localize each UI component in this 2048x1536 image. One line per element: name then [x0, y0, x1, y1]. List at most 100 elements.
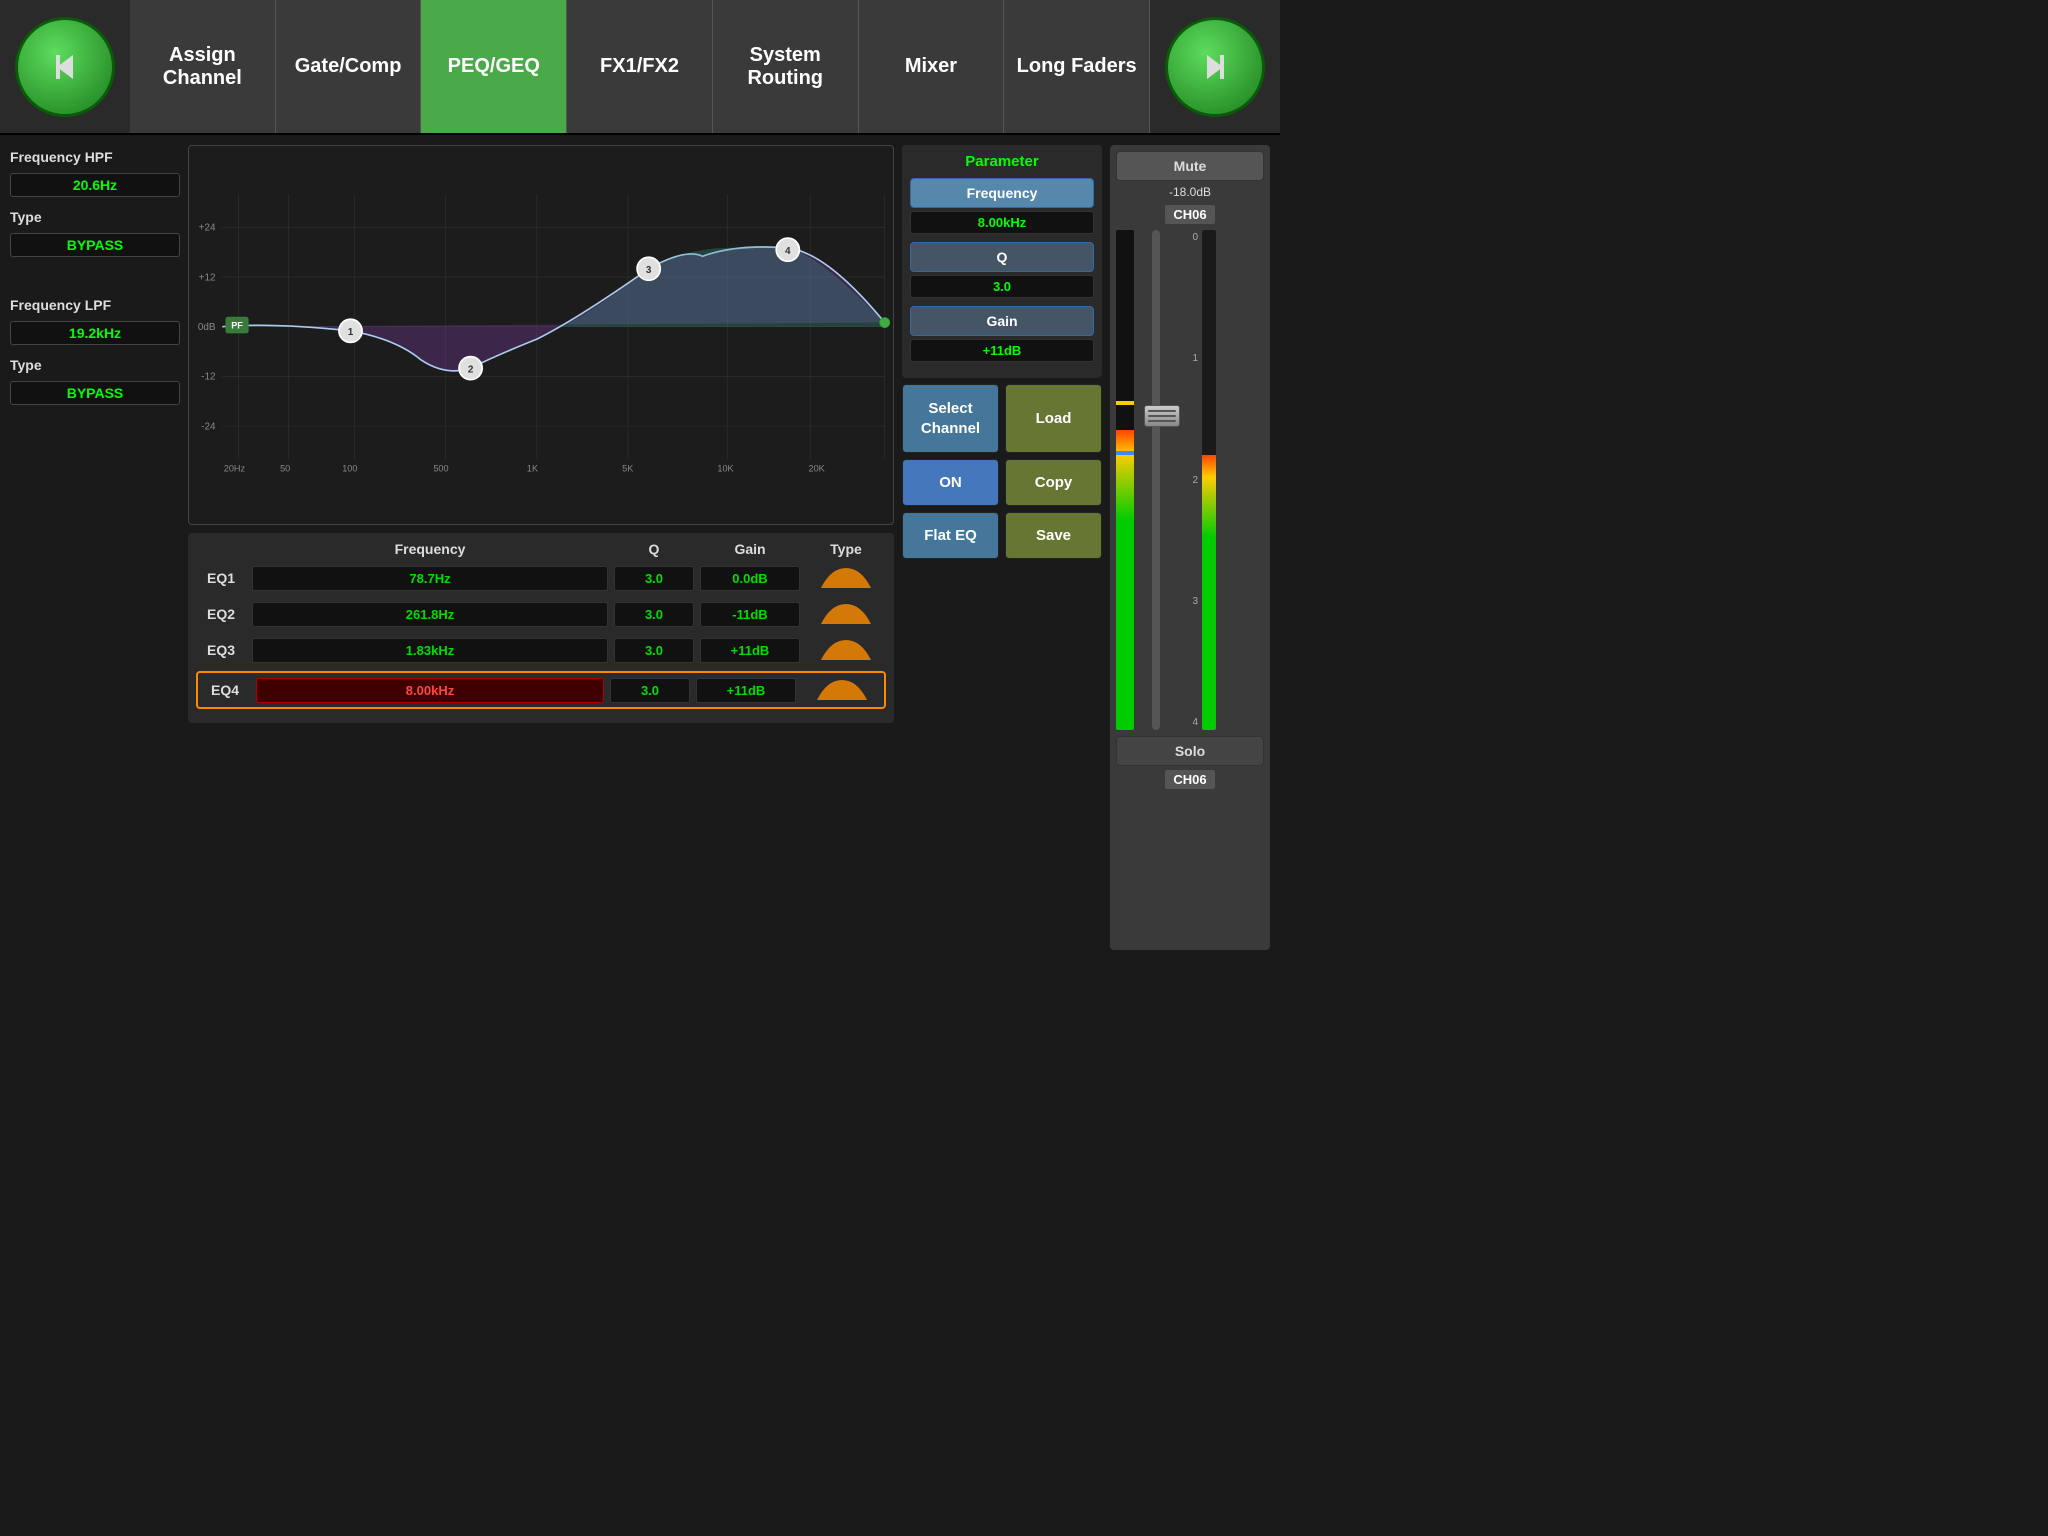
- eq3-gain[interactable]: +11dB: [700, 638, 800, 663]
- eq1-q[interactable]: 3.0: [614, 566, 694, 591]
- svg-text:4: 4: [785, 246, 791, 257]
- eq2-icon: [806, 599, 886, 629]
- fader-area: 0 1 2 3 4: [1116, 230, 1264, 730]
- eq-row-3[interactable]: EQ3 1.83kHz 3.0 +11dB: [196, 635, 886, 665]
- eq-table-header: Frequency Q Gain Type: [196, 541, 886, 557]
- eq-row-2[interactable]: EQ2 261.8Hz 3.0 -11dB: [196, 599, 886, 629]
- svg-text:10K: 10K: [717, 464, 733, 474]
- fader-section: Mute -18.0dB CH06: [1110, 145, 1270, 950]
- freq-hpf-label: Frequency HPF: [10, 149, 180, 165]
- eq2-label: EQ2: [196, 606, 246, 622]
- col-type: Type: [806, 541, 886, 557]
- db-reading: -18.0dB: [1169, 185, 1211, 199]
- svg-text:+24: +24: [199, 223, 216, 234]
- fader-track[interactable]: [1138, 230, 1174, 730]
- svg-text:+12: +12: [199, 272, 216, 283]
- channel-name-top: CH06: [1165, 205, 1214, 224]
- gain-button[interactable]: Gain: [910, 306, 1094, 336]
- eq3-icon: [806, 635, 886, 665]
- parameter-label: Parameter: [910, 153, 1094, 170]
- meter-fill: [1116, 430, 1134, 730]
- eq4-icon: [802, 675, 882, 705]
- svg-text:-12: -12: [201, 372, 216, 383]
- eq4-frequency[interactable]: 8.00kHz: [256, 678, 604, 703]
- nav-next-button[interactable]: [1165, 17, 1265, 117]
- main-content: Frequency HPF 20.6Hz Type BYPASS Frequen…: [0, 135, 1280, 960]
- nav-tab-longfaders[interactable]: Long Faders: [1004, 0, 1150, 133]
- on-button[interactable]: ON: [902, 459, 999, 506]
- eq2-gain[interactable]: -11dB: [700, 602, 800, 627]
- header: Assign ChannelGate/CompPEQ/GEQFX1/FX2Sys…: [0, 0, 1280, 135]
- eq1-frequency[interactable]: 78.7Hz: [252, 566, 608, 591]
- svg-text:1: 1: [348, 327, 354, 338]
- eq-row-4[interactable]: EQ4 8.00kHz 3.0 +11dB: [196, 671, 886, 709]
- eq2-frequency[interactable]: 261.8Hz: [252, 602, 608, 627]
- nav-tab-fx1fx2[interactable]: FX1/FX2: [567, 0, 713, 133]
- channel-buttons: Select Channel Load ON Copy Flat EQ Save: [902, 384, 1102, 559]
- fader-knob[interactable]: [1144, 405, 1180, 427]
- load-button[interactable]: Load: [1005, 384, 1102, 453]
- gain-value: +11dB: [910, 339, 1094, 362]
- svg-text:1K: 1K: [527, 464, 538, 474]
- eq4-gain[interactable]: +11dB: [696, 678, 796, 703]
- svg-text:500: 500: [433, 464, 448, 474]
- freq-lpf-label: Frequency LPF: [10, 297, 180, 313]
- freq-lpf-value[interactable]: 19.2kHz: [10, 321, 180, 345]
- svg-text:20K: 20K: [809, 464, 825, 474]
- eq1-icon: [806, 563, 886, 593]
- eq-graph[interactable]: +24 +12 0dB -12 -24 20Hz 50 100 500 1K 5…: [188, 145, 894, 525]
- eq3-q[interactable]: 3.0: [614, 638, 694, 663]
- channel-name-bottom: CH06: [1165, 770, 1214, 789]
- col-frequency: Frequency: [252, 541, 608, 557]
- scale-4: 4: [1178, 717, 1198, 728]
- col-q: Q: [614, 541, 694, 557]
- eq2-q[interactable]: 3.0: [614, 602, 694, 627]
- copy-button[interactable]: Copy: [1005, 459, 1102, 506]
- eq4-label: EQ4: [200, 682, 250, 698]
- center-panel: +24 +12 0dB -12 -24 20Hz 50 100 500 1K 5…: [188, 145, 894, 950]
- freq-hpf-value[interactable]: 20.6Hz: [10, 173, 180, 197]
- scale-2: 2: [1178, 475, 1198, 486]
- eq1-label: EQ1: [196, 570, 246, 586]
- q-button[interactable]: Q: [910, 242, 1094, 272]
- svg-text:2: 2: [468, 364, 474, 375]
- nav-tab-peqgeq[interactable]: PEQ/GEQ: [421, 0, 567, 133]
- nav-tab-gatecomp[interactable]: Gate/Comp: [276, 0, 422, 133]
- svg-text:PF: PF: [231, 320, 243, 330]
- nav-tab-mixer[interactable]: Mixer: [859, 0, 1005, 133]
- nav-prev-button[interactable]: [15, 17, 115, 117]
- type-lpf-label: Type: [10, 357, 180, 373]
- col-gain: Gain: [700, 541, 800, 557]
- eq1-gain[interactable]: 0.0dB: [700, 566, 800, 591]
- meter-fill-2: [1202, 455, 1216, 730]
- select-channel-button[interactable]: Select Channel: [902, 384, 999, 453]
- eq-row-1[interactable]: EQ1 78.7Hz 3.0 0.0dB: [196, 563, 886, 593]
- scale-0: 0: [1178, 232, 1198, 243]
- nav-tab-assign[interactable]: Assign Channel: [130, 0, 276, 133]
- eq4-q[interactable]: 3.0: [610, 678, 690, 703]
- frequency-value: 8.00kHz: [910, 211, 1094, 234]
- svg-text:20Hz: 20Hz: [224, 464, 246, 474]
- q-value: 3.0: [910, 275, 1094, 298]
- eq3-label: EQ3: [196, 642, 246, 658]
- vu-meter-2: [1202, 230, 1216, 730]
- fader-scale: 0 1 2 3 4: [1178, 230, 1198, 730]
- scale-1: 1: [1178, 353, 1198, 364]
- save-button[interactable]: Save: [1005, 512, 1102, 559]
- eq3-frequency[interactable]: 1.83kHz: [252, 638, 608, 663]
- nav-tab-sysrouting[interactable]: System Routing: [713, 0, 859, 133]
- eq-table: Frequency Q Gain Type EQ1 78.7Hz 3.0 0.0…: [188, 533, 894, 723]
- type-hpf-value[interactable]: BYPASS: [10, 233, 180, 257]
- parameter-section: Parameter Frequency 8.00kHz Q 3.0 Gain +…: [902, 145, 1102, 378]
- svg-text:-24: -24: [201, 421, 216, 432]
- right-controls: Parameter Frequency 8.00kHz Q 3.0 Gain +…: [902, 145, 1102, 950]
- col-label: [196, 541, 246, 557]
- meter-mark-blue: [1116, 451, 1134, 455]
- type-lpf-value[interactable]: BYPASS: [10, 381, 180, 405]
- flat-eq-button[interactable]: Flat EQ: [902, 512, 999, 559]
- svg-text:100: 100: [342, 464, 357, 474]
- frequency-button[interactable]: Frequency: [910, 178, 1094, 208]
- mute-button[interactable]: Mute: [1116, 151, 1264, 181]
- svg-text:0dB: 0dB: [198, 322, 216, 333]
- solo-button[interactable]: Solo: [1116, 736, 1264, 766]
